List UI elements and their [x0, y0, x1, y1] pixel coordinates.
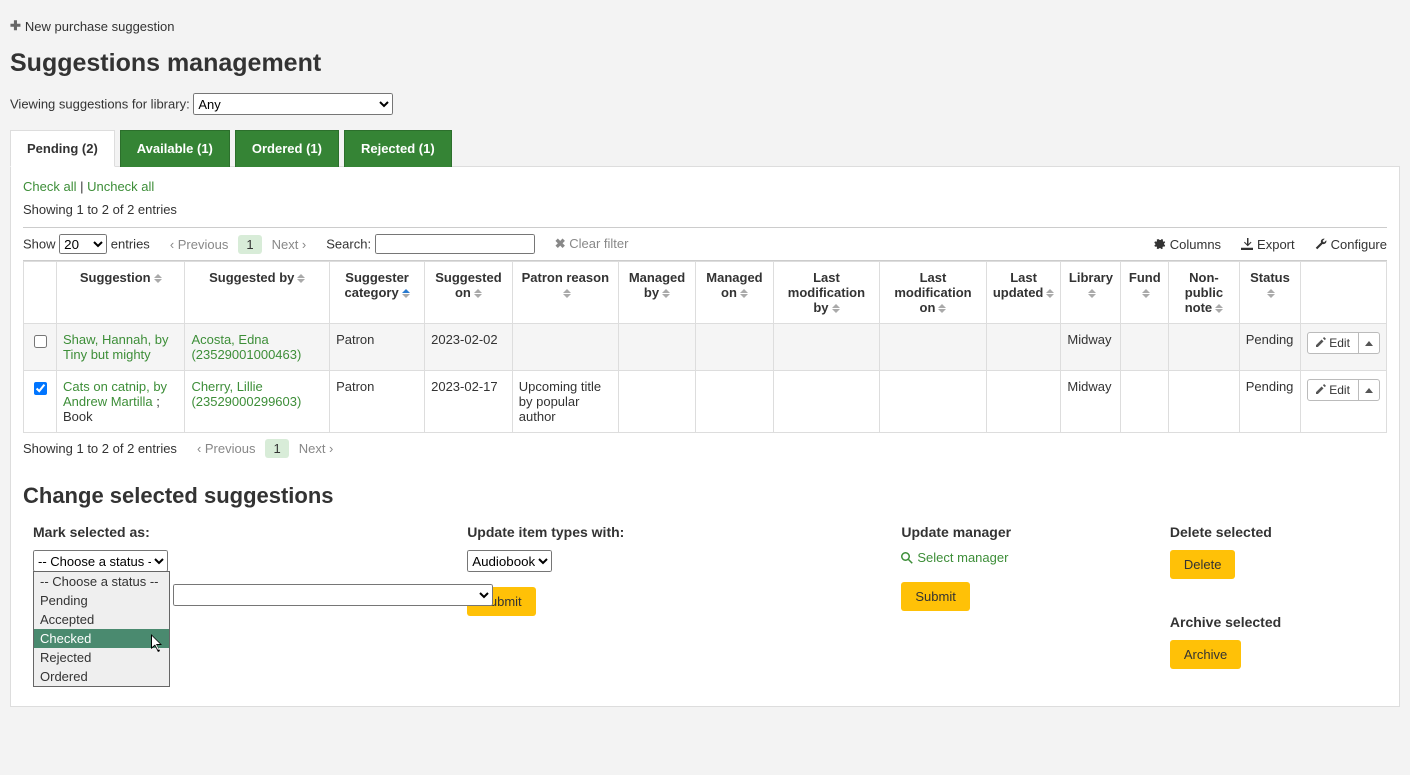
col-suggester-category[interactable]: Suggester category [330, 262, 425, 324]
cell-status: Pending [1239, 371, 1301, 433]
table-row: Shaw, Hannah, by Tiny but mighty Acosta,… [24, 324, 1387, 371]
page-number-bottom[interactable]: 1 [265, 439, 288, 458]
status-dropdown-list: -- Choose a status -- Pending Accepted C… [33, 571, 170, 687]
table-row: Cats on catnip, by Andrew Martilla ; Boo… [24, 371, 1387, 433]
cell-library: Midway [1061, 371, 1121, 433]
col-managed-by[interactable]: Managed by [618, 262, 695, 324]
plus-icon: ✚ [10, 18, 21, 34]
filter-library-label: Viewing suggestions for library: [10, 97, 190, 112]
entries-label: entries [111, 237, 150, 252]
suggestions-table: Suggestion Suggested by Suggester catego… [23, 261, 1387, 433]
edit-button[interactable]: Edit [1308, 380, 1358, 400]
change-selected-heading: Change selected suggestions [23, 483, 1387, 509]
cell-suggested-on: 2023-02-17 [425, 371, 513, 433]
status-tabs: Pending (2) Available (1) Ordered (1) Re… [10, 130, 1400, 167]
col-nonpublic-note[interactable]: Non-public note [1169, 262, 1240, 324]
col-library[interactable]: Library [1061, 262, 1121, 324]
delete-button[interactable]: Delete [1170, 550, 1236, 579]
filter-library-select[interactable]: Any [193, 93, 393, 115]
cell-suggester-category: Patron [330, 371, 425, 433]
page-number-top[interactable]: 1 [238, 235, 261, 254]
new-purchase-suggestion-label: New purchase suggestion [25, 19, 175, 34]
status-option[interactable]: Rejected [34, 648, 169, 667]
status-option[interactable]: Checked [34, 629, 169, 648]
prev-button-bottom[interactable]: ‹ Previous [197, 441, 256, 456]
edit-dropdown-toggle[interactable] [1358, 333, 1379, 353]
cell-suggested-on: 2023-02-02 [425, 324, 513, 371]
tab-ordered[interactable]: Ordered (1) [235, 130, 339, 167]
new-purchase-suggestion-link[interactable]: ✚ New purchase suggestion [10, 18, 175, 34]
uncheck-all-link[interactable]: Uncheck all [87, 179, 154, 194]
next-button-top[interactable]: Next › [272, 237, 307, 252]
col-fund[interactable]: Fund [1121, 262, 1169, 324]
submit-manager-button[interactable]: Submit [901, 582, 969, 611]
status-option[interactable]: Pending [34, 591, 169, 610]
status-option[interactable]: Accepted [34, 610, 169, 629]
col-status[interactable]: Status [1239, 262, 1301, 324]
col-last-mod-on[interactable]: Last modification on [880, 262, 987, 324]
next-button-bottom[interactable]: Next › [299, 441, 334, 456]
search-label: Search: [326, 237, 371, 252]
select-manager-link[interactable]: Select manager [901, 550, 1008, 565]
page-title: Suggestions management [10, 49, 1400, 78]
cell-patron-reason [512, 324, 618, 371]
caret-up-icon [1365, 341, 1373, 346]
item-type-select[interactable]: Audiobook [467, 550, 552, 572]
update-item-types-heading: Update item types with: [467, 524, 881, 540]
col-last-updated[interactable]: Last updated [986, 262, 1061, 324]
suggested-by-link[interactable]: Cherry, Lillie (23529000299603) [191, 379, 301, 409]
x-icon: ✖ [555, 236, 566, 251]
tab-pending[interactable]: Pending (2) [10, 130, 115, 167]
update-manager-heading: Update manager [901, 524, 1150, 540]
cell-library: Midway [1061, 324, 1121, 371]
cell-status: Pending [1239, 324, 1301, 371]
status-select[interactable]: -- Choose a status -- [33, 550, 168, 572]
check-all-link[interactable]: Check all [23, 179, 76, 194]
col-suggested-by[interactable]: Suggested by [185, 262, 330, 324]
clear-filter-button[interactable]: ✖ Clear filter [555, 236, 629, 252]
caret-up-icon [1365, 388, 1373, 393]
archive-selected-heading: Archive selected [1170, 614, 1377, 630]
entries-info-top: Showing 1 to 2 of 2 entries [23, 202, 1387, 217]
col-patron-reason[interactable]: Patron reason [512, 262, 618, 324]
show-label: Show [23, 237, 56, 252]
suggestion-link[interactable]: Cats on catnip, by Andrew Martilla [63, 379, 167, 409]
export-button[interactable]: Export [1241, 237, 1295, 252]
cell-patron-reason: Upcoming title by popular author [512, 371, 618, 433]
prev-button-top[interactable]: ‹ Previous [170, 237, 229, 252]
search-icon [901, 552, 913, 564]
archive-button[interactable]: Archive [1170, 640, 1241, 669]
configure-button[interactable]: Configure [1315, 237, 1387, 252]
reason-select[interactable] [173, 584, 493, 606]
suggested-by-link[interactable]: Acosta, Edna (23529001000463) [191, 332, 301, 362]
delete-selected-heading: Delete selected [1170, 524, 1377, 540]
suggestion-link[interactable]: Shaw, Hannah, by Tiny but mighty [63, 332, 169, 362]
pencil-icon [1316, 383, 1326, 397]
columns-button[interactable]: Columns [1154, 237, 1221, 252]
row-checkbox[interactable] [34, 335, 47, 348]
pencil-icon [1316, 336, 1326, 350]
col-last-mod-by[interactable]: Last modification by [773, 262, 879, 324]
cell-suggester-category: Patron [330, 324, 425, 371]
status-option[interactable]: Ordered [34, 667, 169, 686]
gear-icon [1154, 238, 1166, 250]
edit-button[interactable]: Edit [1308, 333, 1358, 353]
edit-dropdown-toggle[interactable] [1358, 380, 1379, 400]
col-suggestion[interactable]: Suggestion [57, 262, 185, 324]
col-managed-on[interactable]: Managed on [696, 262, 774, 324]
status-option[interactable]: -- Choose a status -- [34, 572, 169, 591]
entries-info-bottom: Showing 1 to 2 of 2 entries [23, 441, 177, 456]
row-checkbox[interactable] [34, 382, 47, 395]
tab-available[interactable]: Available (1) [120, 130, 230, 167]
tab-rejected[interactable]: Rejected (1) [344, 130, 452, 167]
search-input[interactable] [375, 234, 535, 254]
wrench-icon [1315, 238, 1327, 250]
mark-selected-heading: Mark selected as: [33, 524, 447, 540]
entries-per-page-select[interactable]: 20 [59, 234, 107, 254]
download-icon [1241, 238, 1253, 250]
col-suggested-on[interactable]: Suggested on [425, 262, 513, 324]
